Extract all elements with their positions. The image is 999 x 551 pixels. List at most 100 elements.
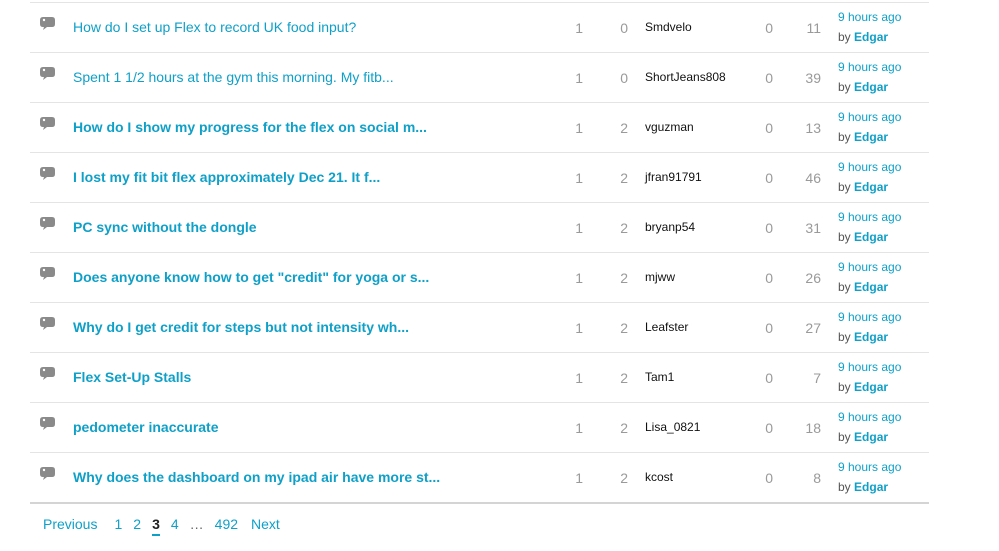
topic-last-post-byline: by Edgar	[838, 80, 888, 94]
topic-views-count: 39	[805, 70, 821, 86]
topic-unread-count: 0	[765, 420, 773, 436]
topic-views-count: 46	[805, 170, 821, 186]
topic-last-post-byline: by Edgar	[838, 230, 888, 244]
topic-replies-count: 1	[575, 320, 583, 336]
topic-unread-count: 0	[765, 170, 773, 186]
topic-unread-count: 0	[765, 470, 773, 486]
topic-last-post-time[interactable]: 9 hours ago	[838, 60, 901, 74]
pagination-page-1[interactable]: 1	[114, 516, 122, 532]
topic-kudos-count: 2	[620, 420, 628, 436]
speech-bubble-icon	[39, 16, 57, 32]
topic-last-post-time[interactable]: 9 hours ago	[838, 260, 901, 274]
by-label: by	[838, 430, 851, 444]
pagination-previous[interactable]: Previous	[43, 516, 97, 532]
table-row: Does anyone know how to get "credit" for…	[30, 253, 929, 303]
table-row: PC sync without the dongle 1 2 bryanp54 …	[30, 203, 929, 253]
topic-subject-link[interactable]: Flex Set-Up Stalls	[73, 369, 191, 385]
speech-bubble-icon	[39, 466, 57, 482]
by-label: by	[838, 480, 851, 494]
topic-last-post-byline: by Edgar	[838, 480, 888, 494]
topic-last-post-byline: by Edgar	[838, 380, 888, 394]
topic-last-post-byline: by Edgar	[838, 130, 888, 144]
topic-last-post-user[interactable]: Edgar	[854, 430, 888, 444]
pagination-ellipsis: …	[189, 516, 204, 532]
topic-last-post-time[interactable]: 9 hours ago	[838, 460, 901, 474]
topic-last-post-user[interactable]: Edgar	[854, 380, 888, 394]
topic-last-post-time[interactable]: 9 hours ago	[838, 160, 901, 174]
topic-last-post-user[interactable]: Edgar	[854, 480, 888, 494]
topic-last-post-time[interactable]: 9 hours ago	[838, 360, 901, 374]
topic-last-post-user[interactable]: Edgar	[854, 280, 888, 294]
topic-author[interactable]: ShortJeans808	[645, 70, 726, 84]
topic-author[interactable]: bryanp54	[645, 220, 695, 234]
topic-author[interactable]: Leafster	[645, 320, 688, 334]
topic-subject-link[interactable]: I lost my fit bit flex approximately Dec…	[73, 169, 380, 185]
topic-subject-link[interactable]: Why does the dashboard on my ipad air ha…	[73, 469, 440, 485]
by-label: by	[838, 30, 851, 44]
by-label: by	[838, 230, 851, 244]
topic-unread-count: 0	[765, 70, 773, 86]
topic-subject-link[interactable]: How do I set up Flex to record UK food i…	[73, 19, 356, 35]
topic-views-count: 26	[805, 270, 821, 286]
speech-bubble-icon	[39, 66, 57, 82]
topic-author[interactable]: Lisa_0821	[645, 420, 700, 434]
topic-subject-link[interactable]: Why do I get credit for steps but not in…	[73, 319, 409, 335]
topic-last-post-user[interactable]: Edgar	[854, 80, 888, 94]
pagination-page-4[interactable]: 4	[171, 516, 179, 532]
pagination-page-last[interactable]: 492	[215, 516, 238, 532]
topic-views-count: 11	[806, 20, 821, 36]
topic-last-post-time[interactable]: 9 hours ago	[838, 410, 901, 424]
topic-views-count: 31	[805, 220, 821, 236]
topic-last-post-time[interactable]: 9 hours ago	[838, 10, 901, 24]
topic-last-post-time[interactable]: 9 hours ago	[838, 110, 901, 124]
speech-bubble-icon	[39, 166, 57, 182]
topic-subject-link[interactable]: Spent 1 1/2 hours at the gym this mornin…	[73, 69, 394, 85]
topic-author[interactable]: kcost	[645, 470, 673, 484]
speech-bubble-icon	[39, 116, 57, 132]
topic-replies-count: 1	[575, 20, 583, 36]
by-label: by	[838, 380, 851, 394]
topic-views-count: 7	[813, 370, 821, 386]
topic-last-post-user[interactable]: Edgar	[854, 330, 888, 344]
topic-subject-link[interactable]: PC sync without the dongle	[73, 219, 257, 235]
speech-bubble-icon	[39, 266, 57, 282]
topic-replies-count: 1	[575, 270, 583, 286]
by-label: by	[838, 80, 851, 94]
topic-author[interactable]: Tam1	[645, 370, 674, 384]
topic-last-post-time[interactable]: 9 hours ago	[838, 210, 901, 224]
topic-author[interactable]: mjww	[645, 270, 675, 284]
by-label: by	[838, 180, 851, 194]
topic-unread-count: 0	[765, 20, 773, 36]
topic-last-post-user[interactable]: Edgar	[854, 180, 888, 194]
topic-subject-link[interactable]: How do I show my progress for the flex o…	[73, 119, 427, 135]
topic-kudos-count: 2	[620, 370, 628, 386]
topic-kudos-count: 2	[620, 470, 628, 486]
topic-unread-count: 0	[765, 120, 773, 136]
topic-unread-count: 0	[765, 270, 773, 286]
topic-replies-count: 1	[575, 70, 583, 86]
topic-replies-count: 1	[575, 370, 583, 386]
topic-views-count: 18	[805, 420, 821, 436]
topic-replies-count: 1	[575, 120, 583, 136]
pagination: Previous 1 2 3 4 … 492 Next	[43, 516, 280, 536]
topic-last-post-byline: by Edgar	[838, 330, 888, 344]
topic-subject-link[interactable]: Does anyone know how to get "credit" for…	[73, 269, 429, 285]
by-label: by	[838, 280, 851, 294]
pagination-page-2[interactable]: 2	[133, 516, 141, 532]
topic-last-post-user[interactable]: Edgar	[854, 130, 888, 144]
by-label: by	[838, 330, 851, 344]
topic-last-post-byline: by Edgar	[838, 430, 888, 444]
table-row: Flex Set-Up Stalls 1 2 Tam1 0 7 9 hours …	[30, 353, 929, 403]
topic-author[interactable]: vguzman	[645, 120, 694, 134]
topic-last-post-user[interactable]: Edgar	[854, 230, 888, 244]
topic-last-post-time[interactable]: 9 hours ago	[838, 310, 901, 324]
topic-author[interactable]: jfran91791	[645, 170, 702, 184]
by-label: by	[838, 130, 851, 144]
table-row: I lost my fit bit flex approximately Dec…	[30, 153, 929, 203]
topic-last-post-user[interactable]: Edgar	[854, 30, 888, 44]
topic-author[interactable]: Smdvelo	[645, 20, 692, 34]
speech-bubble-icon	[39, 216, 57, 232]
topic-views-count: 8	[813, 470, 821, 486]
topic-subject-link[interactable]: pedometer inaccurate	[73, 419, 219, 435]
pagination-next[interactable]: Next	[251, 516, 280, 532]
